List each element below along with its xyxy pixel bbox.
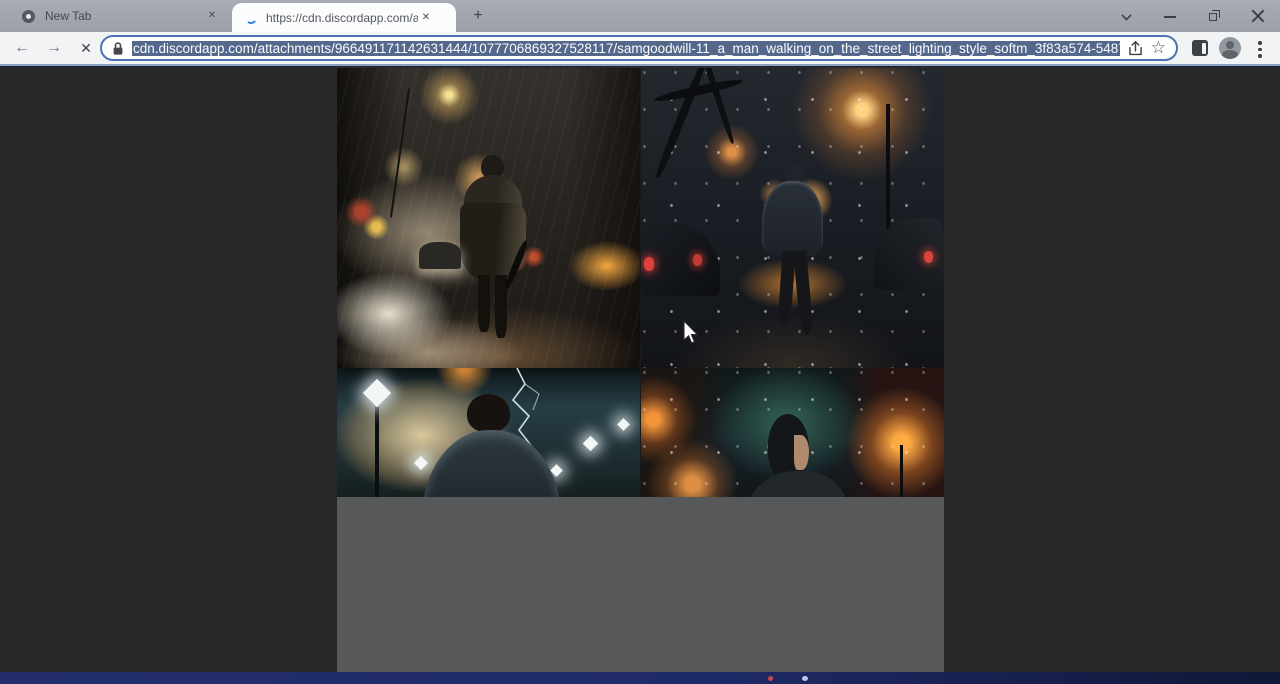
avatar-head-icon	[1226, 41, 1234, 49]
tab-title: New Tab	[45, 9, 204, 23]
tab-title: https://cdn.discordapp.com/atta	[266, 11, 418, 25]
taskbar-app-dot	[768, 676, 773, 681]
minimize-button[interactable]	[1164, 16, 1176, 18]
tab-close-icon[interactable]: ✕	[204, 8, 220, 24]
lamp-pole	[900, 445, 903, 497]
url-selected-text: cdn.discordapp.com/attachments/966491171…	[132, 41, 1120, 56]
mouse-cursor	[682, 320, 702, 346]
back-button[interactable]: ←	[10, 36, 34, 60]
street-lamp-head	[583, 435, 599, 451]
taskbar-app-dot	[802, 676, 808, 681]
image-quadrant-bottom-left	[337, 368, 640, 497]
hooded-man-head	[467, 394, 509, 433]
image-quadrant-bottom-right	[641, 368, 944, 497]
street-lamp-head	[363, 379, 391, 407]
loading-spinner-icon	[244, 11, 258, 25]
tab-strip: New Tab ✕ https://cdn.discordapp.com/att…	[0, 0, 1280, 32]
walking-man-leg	[478, 275, 490, 332]
browser-toolbar: ← → ✕ cdn.discordapp.com/attachments/966…	[0, 32, 1280, 66]
tab-close-icon[interactable]: ✕	[418, 10, 434, 26]
street-lamp-head	[617, 418, 630, 431]
taillight	[693, 254, 702, 266]
page-content	[0, 68, 1280, 672]
lamp-pole	[375, 407, 379, 497]
side-panel-icon[interactable]	[1192, 40, 1208, 56]
forward-button[interactable]: →	[42, 36, 66, 60]
close-window-button[interactable]	[1251, 9, 1265, 23]
stop-loading-button[interactable]: ✕	[74, 36, 98, 60]
profile-avatar[interactable]	[1219, 37, 1241, 59]
url-field[interactable]: cdn.discordapp.com/attachments/966491171…	[132, 41, 1120, 56]
avatar-body-icon	[1222, 50, 1238, 59]
bookmark-star-icon[interactable]: ☆	[1151, 38, 1166, 58]
profile-man-face	[794, 435, 809, 470]
address-bar[interactable]: cdn.discordapp.com/attachments/966491171…	[100, 35, 1178, 61]
tab-new-tab[interactable]: New Tab ✕	[8, 0, 228, 32]
distant-car	[419, 242, 461, 269]
walking-man-jacket	[762, 181, 823, 256]
new-tab-button[interactable]: +	[468, 6, 488, 26]
lock-icon[interactable]	[112, 41, 124, 56]
share-icon[interactable]	[1126, 39, 1145, 58]
taskbar-sliver	[0, 672, 1280, 684]
street-lamp-head	[414, 456, 428, 470]
menu-kebab-icon[interactable]	[1258, 41, 1262, 59]
generated-image-grid[interactable]	[337, 68, 944, 672]
restore-button[interactable]	[1209, 10, 1223, 24]
new-tab-favicon-icon	[22, 10, 35, 23]
image-quadrant-top-left	[337, 68, 640, 368]
tab-discord-cdn[interactable]: https://cdn.discordapp.com/atta ✕	[232, 3, 456, 32]
taillight	[644, 257, 654, 271]
image-loading-placeholder	[337, 497, 944, 672]
tab-search-chevron-icon[interactable]	[1121, 10, 1131, 20]
